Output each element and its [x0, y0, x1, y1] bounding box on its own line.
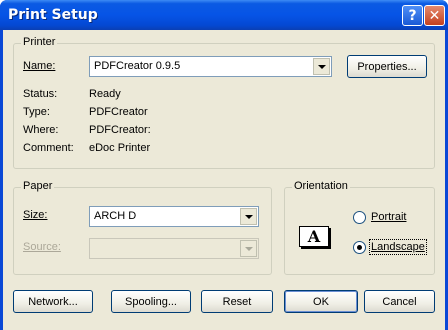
page-letter: A	[307, 227, 321, 246]
chevron-down-icon[interactable]	[240, 208, 257, 225]
close-icon: ✕	[428, 7, 441, 24]
network-button-label: Network...	[28, 295, 78, 308]
landscape-radio[interactable]	[353, 241, 366, 254]
title-bar[interactable]: Print Setup ? ✕	[0, 0, 448, 30]
paper-source-combo[interactable]	[89, 238, 259, 259]
properties-button-label: Properties...	[357, 60, 417, 73]
portrait-radio[interactable]	[353, 211, 366, 224]
type-label: Type:	[23, 106, 50, 118]
printer-group: Printer Name: PDFCreator 0.9.5 Propertie…	[13, 36, 435, 169]
where-label: Where:	[23, 124, 59, 136]
orientation-group: Orientation A Portrait Landscape	[284, 180, 435, 275]
reset-button[interactable]: Reset	[201, 290, 273, 313]
chevron-down-icon[interactable]	[240, 240, 257, 257]
ok-button-label: OK	[313, 295, 329, 308]
paper-size-value: ARCH D	[94, 210, 137, 222]
help-button[interactable]: ?	[402, 5, 423, 26]
print-setup-window: Print Setup ? ✕ Printer Name: PDFCreator…	[0, 0, 448, 330]
portrait-label[interactable]: Portrait	[371, 211, 406, 223]
paper-source-label: Source:	[23, 241, 61, 253]
properties-button[interactable]: Properties...	[347, 55, 427, 78]
status-label: Status:	[23, 88, 58, 100]
landscape-label[interactable]: Landscape	[369, 239, 427, 255]
paper-group-legend: Paper	[21, 180, 55, 192]
network-button[interactable]: Network...	[13, 290, 93, 313]
paper-size-label: Size:	[23, 209, 48, 221]
window-title: Print Setup	[8, 7, 98, 23]
ok-button[interactable]: OK	[284, 290, 358, 313]
comment-value: eDoc Printer	[89, 142, 151, 154]
printer-name-label: Name:	[23, 60, 56, 72]
printer-name-value: PDFCreator 0.9.5	[94, 60, 181, 72]
where-value: PDFCreator:	[89, 124, 151, 136]
printer-group-legend: Printer	[21, 36, 58, 48]
reset-button-label: Reset	[222, 295, 252, 308]
spooling-button-label: Spooling...	[125, 295, 177, 308]
printer-name-combo[interactable]: PDFCreator 0.9.5	[89, 56, 332, 77]
chevron-down-icon[interactable]	[313, 58, 330, 75]
dialog-client-area: Printer Name: PDFCreator 0.9.5 Propertie…	[3, 30, 445, 330]
spooling-button[interactable]: Spooling...	[111, 290, 191, 313]
orientation-group-legend: Orientation	[292, 180, 350, 192]
close-button[interactable]: ✕	[424, 5, 445, 26]
paper-size-combo[interactable]: ARCH D	[89, 206, 259, 227]
type-value: PDFCreator	[89, 106, 148, 118]
status-value: Ready	[89, 88, 121, 100]
paper-group: Paper Size: ARCH D Source:	[13, 180, 272, 275]
comment-label: Comment:	[23, 142, 74, 154]
cancel-button[interactable]: Cancel	[364, 290, 435, 313]
cancel-button-label: Cancel	[382, 295, 417, 308]
help-icon: ?	[408, 7, 417, 24]
landscape-page-icon: A	[299, 226, 329, 247]
